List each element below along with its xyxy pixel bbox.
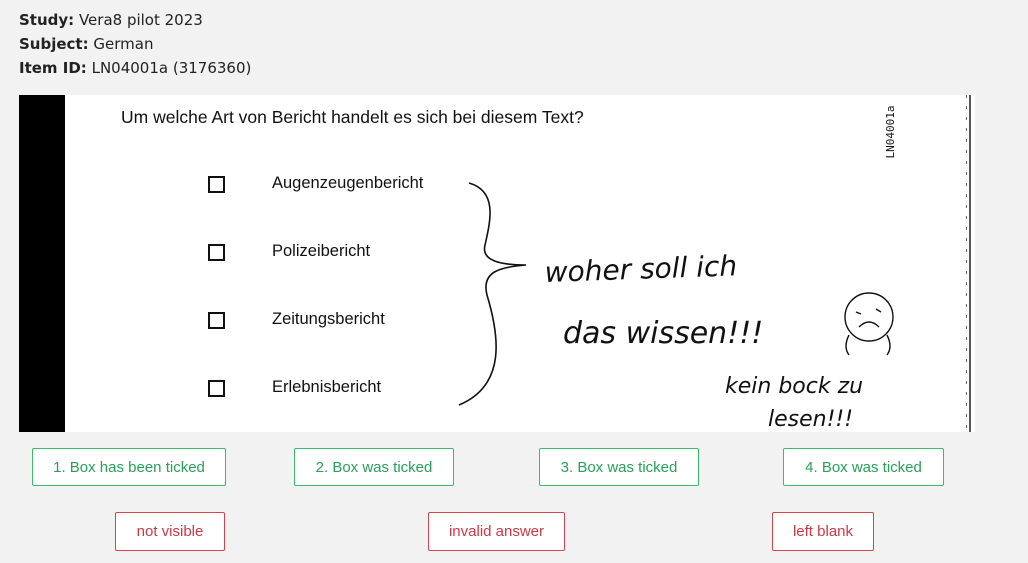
not-visible-button[interactable]: not visible — [115, 512, 225, 551]
handwriting-line: lesen!!! — [768, 407, 853, 432]
score-option-1-button[interactable]: 1. Box has been ticked — [32, 448, 226, 486]
study-value: Vera8 pilot 2023 — [78, 11, 203, 29]
curly-brace — [458, 182, 527, 406]
invalid-answer-button[interactable]: invalid answer — [428, 512, 565, 551]
study-label: Study: — [19, 11, 75, 29]
scanned-answer-image: Um welche Art von Bericht handelt es sic… — [19, 95, 975, 432]
smiley-drawing — [844, 292, 894, 356]
item-id-row: Item ID: LN04001a (3176360) — [19, 56, 251, 80]
study-row: Study: Vera8 pilot 2023 — [19, 8, 251, 32]
score-option-2-button[interactable]: 2. Box was ticked — [294, 448, 454, 486]
handwriting-line: woher soll ich — [544, 249, 738, 289]
score-option-3-button[interactable]: 3. Box was ticked — [539, 448, 699, 486]
handwritten-annotation: woher soll ich das wissen!!! kein bock z… — [458, 182, 894, 432]
item-metadata: Study: Vera8 pilot 2023 Subject: German … — [19, 8, 251, 80]
score-option-4-button[interactable]: 4. Box was ticked — [783, 448, 944, 486]
item-id-label: Item ID: — [19, 59, 87, 77]
subject-label: Subject: — [19, 35, 89, 53]
handwriting-line: kein bock zu — [725, 374, 863, 399]
item-id-value: LN04001a (3176360) — [91, 59, 252, 77]
subject-row: Subject: German — [19, 32, 251, 56]
left-blank-button[interactable]: left blank — [772, 512, 874, 551]
subject-value: German — [93, 35, 154, 53]
handwriting-line: das wissen!!! — [563, 316, 763, 351]
